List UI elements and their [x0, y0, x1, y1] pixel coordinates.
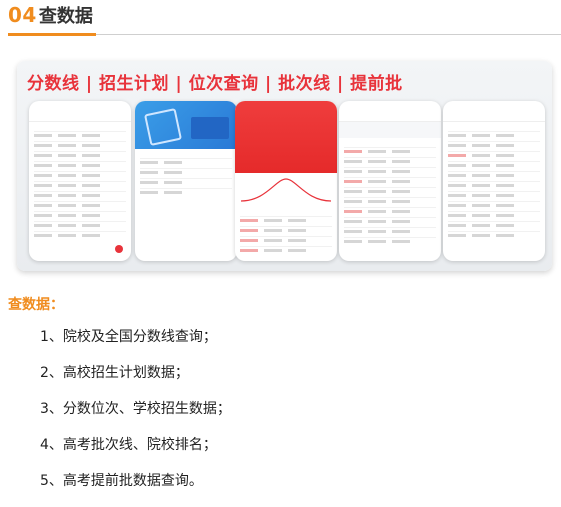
enrollment-plan-hero	[135, 101, 237, 149]
section-title: 查数据	[38, 6, 93, 27]
phone-screenshot-1	[29, 101, 131, 261]
header-divider	[96, 34, 561, 35]
list-item: 2、高校招生计划数据；	[40, 365, 189, 381]
rank-query-hero	[235, 101, 337, 173]
phone-screenshot-4	[339, 101, 441, 261]
phone-screenshot-3	[235, 101, 337, 261]
banner-headline: 分数线 | 招生计划 | 位次查询 | 批次线 | 提前批	[27, 74, 403, 94]
list-item: 4、高考批次线、院校排名；	[40, 437, 217, 453]
section-number: 04	[8, 3, 37, 27]
list-item: 1、院校及全国分数线查询；	[40, 329, 217, 345]
floating-action-dot	[115, 245, 123, 253]
phone-screenshot-2	[135, 101, 237, 261]
list-item: 5、高考提前批数据查询。	[40, 473, 203, 489]
score-distribution-curve	[241, 178, 331, 202]
phone-screenshot-5	[443, 101, 545, 261]
feature-banner: 分数线 | 招生计划 | 位次查询 | 批次线 | 提前批	[17, 61, 552, 271]
section-header: 04 查数据	[8, 2, 93, 36]
feature-list: 1、院校及全国分数线查询； 2、高校招生计划数据； 3、分数位次、学校招生数据；…	[40, 327, 231, 507]
header-accent-bar	[8, 33, 96, 36]
list-item: 3、分数位次、学校招生数据；	[40, 401, 231, 417]
data-section-subtitle: 查数据：	[8, 297, 64, 313]
